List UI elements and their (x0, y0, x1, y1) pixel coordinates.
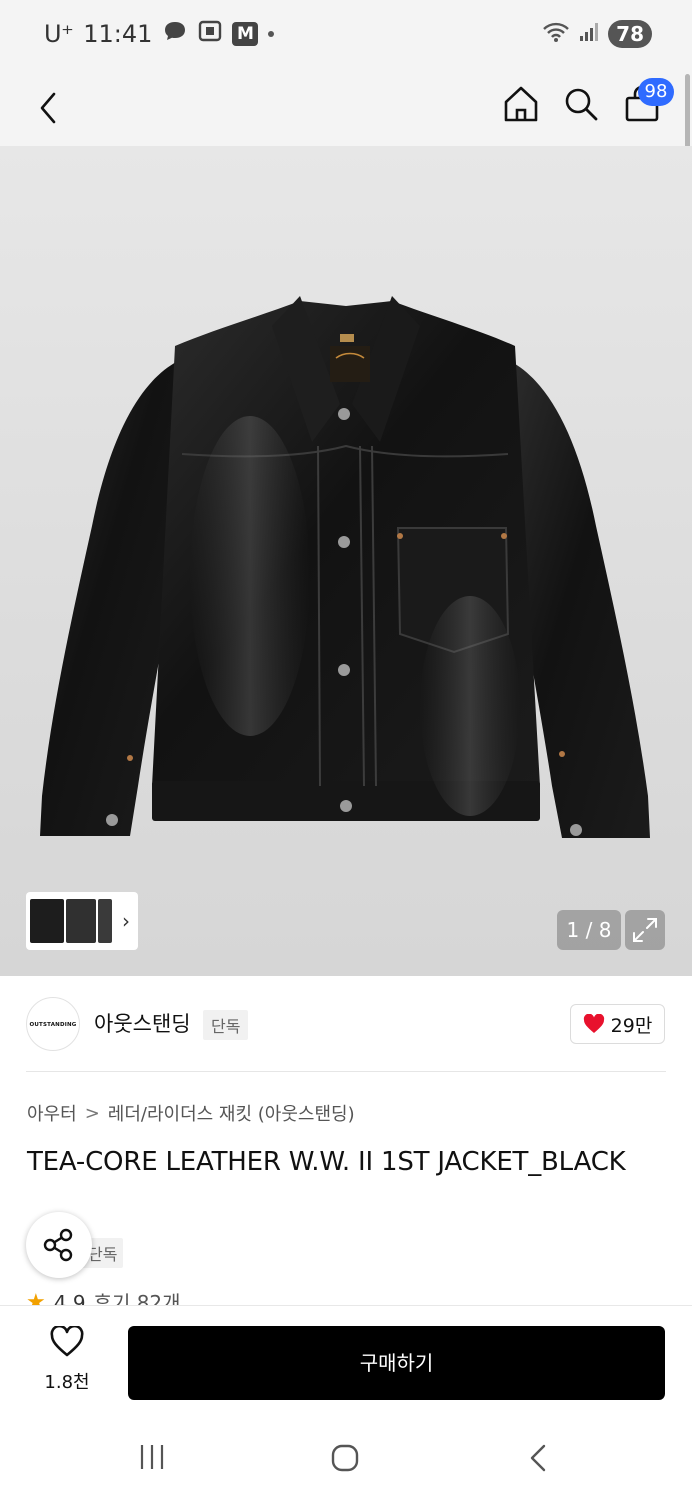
cart-count-badge: 98 (638, 78, 674, 106)
thumbnail-image[interactable] (66, 899, 96, 943)
brand-name[interactable]: 아웃스탠딩 (94, 1008, 191, 1038)
status-bar-right: 78 (542, 20, 652, 48)
search-icon (565, 88, 598, 121)
home-icon (504, 86, 538, 122)
star-icon: ★ (26, 1290, 46, 1306)
rating-value: 4.9 (53, 1291, 86, 1306)
recent-apps-icon (140, 1445, 164, 1469)
rating-row[interactable]: ★ 4.9 후기 82개 (26, 1290, 181, 1306)
more-notifications-dot (268, 31, 275, 37)
recent-apps-button[interactable] (138, 1443, 166, 1471)
back-arrow-icon (530, 1444, 546, 1472)
expand-image-button[interactable] (625, 910, 665, 950)
m-notification-icon: M (232, 22, 259, 46)
search-button[interactable] (562, 84, 600, 124)
status-bar-left: U⁺ 11:41 M (44, 20, 275, 48)
breadcrumb-item-outer[interactable]: 아우터 (27, 1100, 77, 1126)
brand-exclusive-tag: 단독 (203, 1010, 249, 1040)
brand-logo[interactable]: OUTSTANDING (26, 997, 80, 1051)
product-image-gallery[interactable]: › 1 / 8 (0, 146, 692, 976)
system-home-button[interactable] (330, 1443, 360, 1473)
buy-button[interactable]: 구매하기 (128, 1326, 665, 1400)
chevron-left-icon (40, 92, 56, 124)
brand-row: OUTSTANDING 아웃스탠딩 단독 29만 (0, 976, 692, 1072)
home-button[interactable] (502, 84, 540, 124)
screenshot-icon (198, 20, 222, 48)
back-button[interactable] (34, 86, 64, 130)
thumbnail-strip[interactable]: › (26, 892, 138, 950)
carrier-label: U⁺ (44, 20, 74, 48)
app-header: 98 (0, 70, 692, 146)
system-back-button[interactable] (526, 1443, 550, 1473)
product-photo-leather-jacket (40, 296, 650, 838)
home-circle-icon (331, 1444, 359, 1472)
product-title: TEA-CORE LEATHER W.W. II 1ST JACKET_BLAC… (27, 1147, 626, 1177)
purchase-action-bar: 1.8천 구매하기 (0, 1305, 692, 1415)
image-page-counter: 1 / 8 (557, 910, 621, 950)
wifi-icon (542, 21, 570, 47)
share-icon (43, 1228, 73, 1262)
brand-like-button[interactable]: 29만 (570, 1004, 665, 1044)
brand-like-count: 29만 (610, 1014, 653, 1037)
divider (26, 1071, 666, 1072)
wishlist-count: 1.8천 (44, 1372, 90, 1393)
review-count[interactable]: 후기 82개 (94, 1290, 181, 1306)
chevron-right-icon[interactable]: › (122, 909, 130, 933)
status-bar: U⁺ 11:41 M 78 (0, 0, 692, 70)
signal-icon (578, 21, 600, 47)
chat-bubble-icon (162, 20, 188, 48)
clock: 11:41 (83, 20, 153, 48)
breadcrumb-separator: > (84, 1102, 100, 1124)
thumbnail-image[interactable] (98, 899, 112, 943)
expand-icon (633, 918, 657, 942)
system-navigation-bar (0, 1415, 692, 1500)
scroll-indicator (685, 74, 690, 148)
thumbnail-image[interactable] (30, 899, 64, 943)
breadcrumb-item-category[interactable]: 레더/라이더스 재킷 (아웃스탠딩) (108, 1100, 355, 1126)
battery-indicator: 78 (608, 20, 652, 48)
breadcrumb: 아우터 > 레더/라이더스 재킷 (아웃스탠딩) (27, 1100, 355, 1126)
heart-outline-icon (50, 1324, 84, 1357)
share-button[interactable] (26, 1212, 92, 1278)
heart-filled-icon (583, 1014, 604, 1033)
